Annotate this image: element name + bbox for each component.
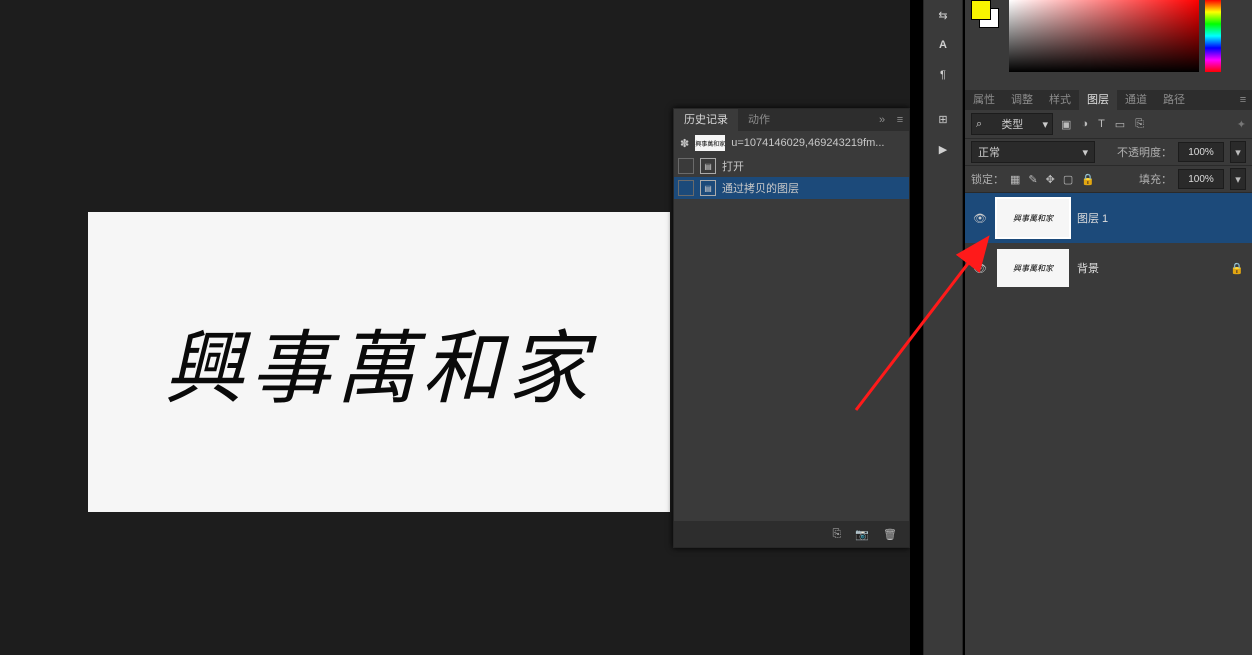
history-source-row[interactable]: ✽ 興事萬和家 u=1074146029,469243219fm...: [674, 131, 909, 155]
camera-icon[interactable]: 📷: [855, 528, 869, 541]
blend-mode-label: 正常: [978, 144, 1000, 160]
visibility-toggle[interactable]: 👁: [971, 262, 989, 275]
tab-properties[interactable]: 属性: [965, 90, 1003, 110]
history-panel: 历史记录 动作 » ≡ ✽ 興事萬和家 u=1074146029,4692432…: [673, 108, 910, 548]
filter-image-icon[interactable]: ▣: [1061, 118, 1071, 131]
history-step-label: 通过拷贝的图层: [722, 180, 799, 196]
play-icon[interactable]: ▶: [924, 134, 962, 164]
document-canvas[interactable]: 興事萬和家: [88, 212, 670, 512]
lock-pixels-icon[interactable]: ▦: [1010, 173, 1020, 186]
lock-label: 锁定：: [971, 171, 1004, 187]
lock-position-icon[interactable]: ✥: [1046, 173, 1055, 186]
history-doc-thumb: 興事萬和家: [695, 135, 725, 151]
opacity-label: 不透明度：: [1117, 144, 1172, 160]
history-brush-icon: ✽: [680, 137, 689, 150]
fg-bg-swatches[interactable]: [971, 0, 1001, 30]
filter-toggle-icon[interactable]: ✦: [1237, 118, 1246, 131]
history-footer: ⎘ 📷 🗑: [674, 521, 909, 547]
filter-adjust-icon[interactable]: ◑: [1081, 118, 1088, 131]
paragraph-icon[interactable]: ¶: [924, 60, 962, 90]
fill-value[interactable]: 100%: [1178, 169, 1224, 189]
tab-layers[interactable]: 图层: [1079, 90, 1117, 110]
canvas-artwork-text: 興事萬和家: [164, 304, 594, 420]
color-field[interactable]: [1009, 0, 1199, 72]
new-snapshot-icon[interactable]: ⎘: [833, 528, 842, 541]
chevron-down-icon[interactable]: ▾: [1230, 141, 1246, 163]
tab-paths[interactable]: 路径: [1155, 90, 1193, 110]
visibility-toggle[interactable]: 👁: [971, 212, 989, 225]
search-icon: ⌕: [976, 118, 982, 131]
lock-all-icon[interactable]: 🔒: [1081, 173, 1095, 186]
doc-icon: ▤: [700, 158, 716, 174]
layer-name[interactable]: 图层 1: [1077, 210, 1222, 226]
tab-history[interactable]: 历史记录: [674, 109, 738, 131]
layer-thumbnail[interactable]: 興事萬和家: [997, 249, 1069, 287]
history-step[interactable]: ▤ 打开: [674, 155, 909, 177]
filter-kind-label: 类型: [1001, 116, 1023, 132]
lock-artboard-icon[interactable]: ▢: [1063, 173, 1073, 186]
layer-name[interactable]: 背景: [1077, 260, 1222, 276]
panel-menu-icon[interactable]: ≡: [891, 114, 909, 126]
collapse-icon[interactable]: »: [873, 114, 891, 126]
hue-slider[interactable]: [1205, 0, 1221, 72]
compare-icon[interactable]: ⇆: [924, 0, 962, 30]
layer-row[interactable]: 👁 興事萬和家 背景 🔒: [965, 243, 1252, 293]
panel-menu-icon[interactable]: ≡: [1234, 94, 1252, 106]
filter-kind-select[interactable]: ⌕ 类型 ▾: [971, 113, 1053, 135]
layer-row[interactable]: 👁 興事萬和家 图层 1: [965, 193, 1252, 243]
type-tool-icon[interactable]: A: [924, 30, 962, 60]
tab-actions[interactable]: 动作: [738, 109, 780, 131]
opacity-value[interactable]: 100%: [1178, 142, 1224, 162]
tab-channels[interactable]: 通道: [1117, 90, 1155, 110]
blend-mode-select[interactable]: 正常 ▾: [971, 141, 1095, 163]
tab-styles[interactable]: 样式: [1041, 90, 1079, 110]
history-step-marker[interactable]: [678, 180, 694, 196]
history-list: ▤ 打开 ▤ 通过拷贝的图层: [674, 155, 909, 521]
blend-row: 正常 ▾ 不透明度： 100% ▾: [965, 139, 1252, 166]
tab-adjust[interactable]: 调整: [1003, 90, 1041, 110]
history-step-marker[interactable]: [678, 158, 694, 174]
chevron-down-icon[interactable]: ▾: [1230, 168, 1246, 190]
chevron-down-icon: ▾: [1082, 146, 1088, 159]
history-doc-name: u=1074146029,469243219fm...: [731, 137, 884, 149]
layer-thumbnail[interactable]: 興事萬和家: [997, 199, 1069, 237]
history-step-label: 打开: [722, 158, 744, 174]
filter-text-icon[interactable]: T: [1098, 118, 1105, 131]
filter-smart-icon[interactable]: ⎘: [1135, 118, 1144, 131]
history-panel-tabs: 历史记录 动作 » ≡: [674, 109, 909, 131]
lock-brush-icon[interactable]: ✎: [1028, 173, 1037, 186]
right-toolstrip: ⇆ A ¶ ⊞ ▶: [923, 0, 963, 655]
trash-icon[interactable]: 🗑: [883, 528, 897, 541]
filter-shape-icon[interactable]: ▭: [1115, 118, 1125, 131]
chevron-down-icon: ▾: [1042, 118, 1048, 131]
right-panel-tabs: 属性 调整 样式 图层 通道 路径 ≡: [965, 90, 1252, 110]
right-column: 属性 调整 样式 图层 通道 路径 ≡ ⌕ 类型 ▾ ▣ ◑ T ▭ ⎘ ✦: [965, 0, 1252, 655]
foreground-swatch[interactable]: [971, 0, 991, 20]
history-step[interactable]: ▤ 通过拷贝的图层: [674, 177, 909, 199]
lock-row: 锁定： ▦ ✎ ✥ ▢ 🔒 填充： 100% ▾: [965, 166, 1252, 193]
layer-lock-icon: 🔒: [1230, 262, 1246, 275]
color-panel: [965, 0, 1252, 90]
doc-icon: ▤: [700, 180, 716, 196]
layer-filter-row: ⌕ 类型 ▾ ▣ ◑ T ▭ ⎘ ✦: [965, 110, 1252, 139]
layers-list: 👁 興事萬和家 图层 1 👁 興事萬和家 背景 🔒: [965, 193, 1252, 623]
fill-label: 填充：: [1139, 171, 1172, 187]
ruler-icon[interactable]: ⊞: [924, 104, 962, 134]
